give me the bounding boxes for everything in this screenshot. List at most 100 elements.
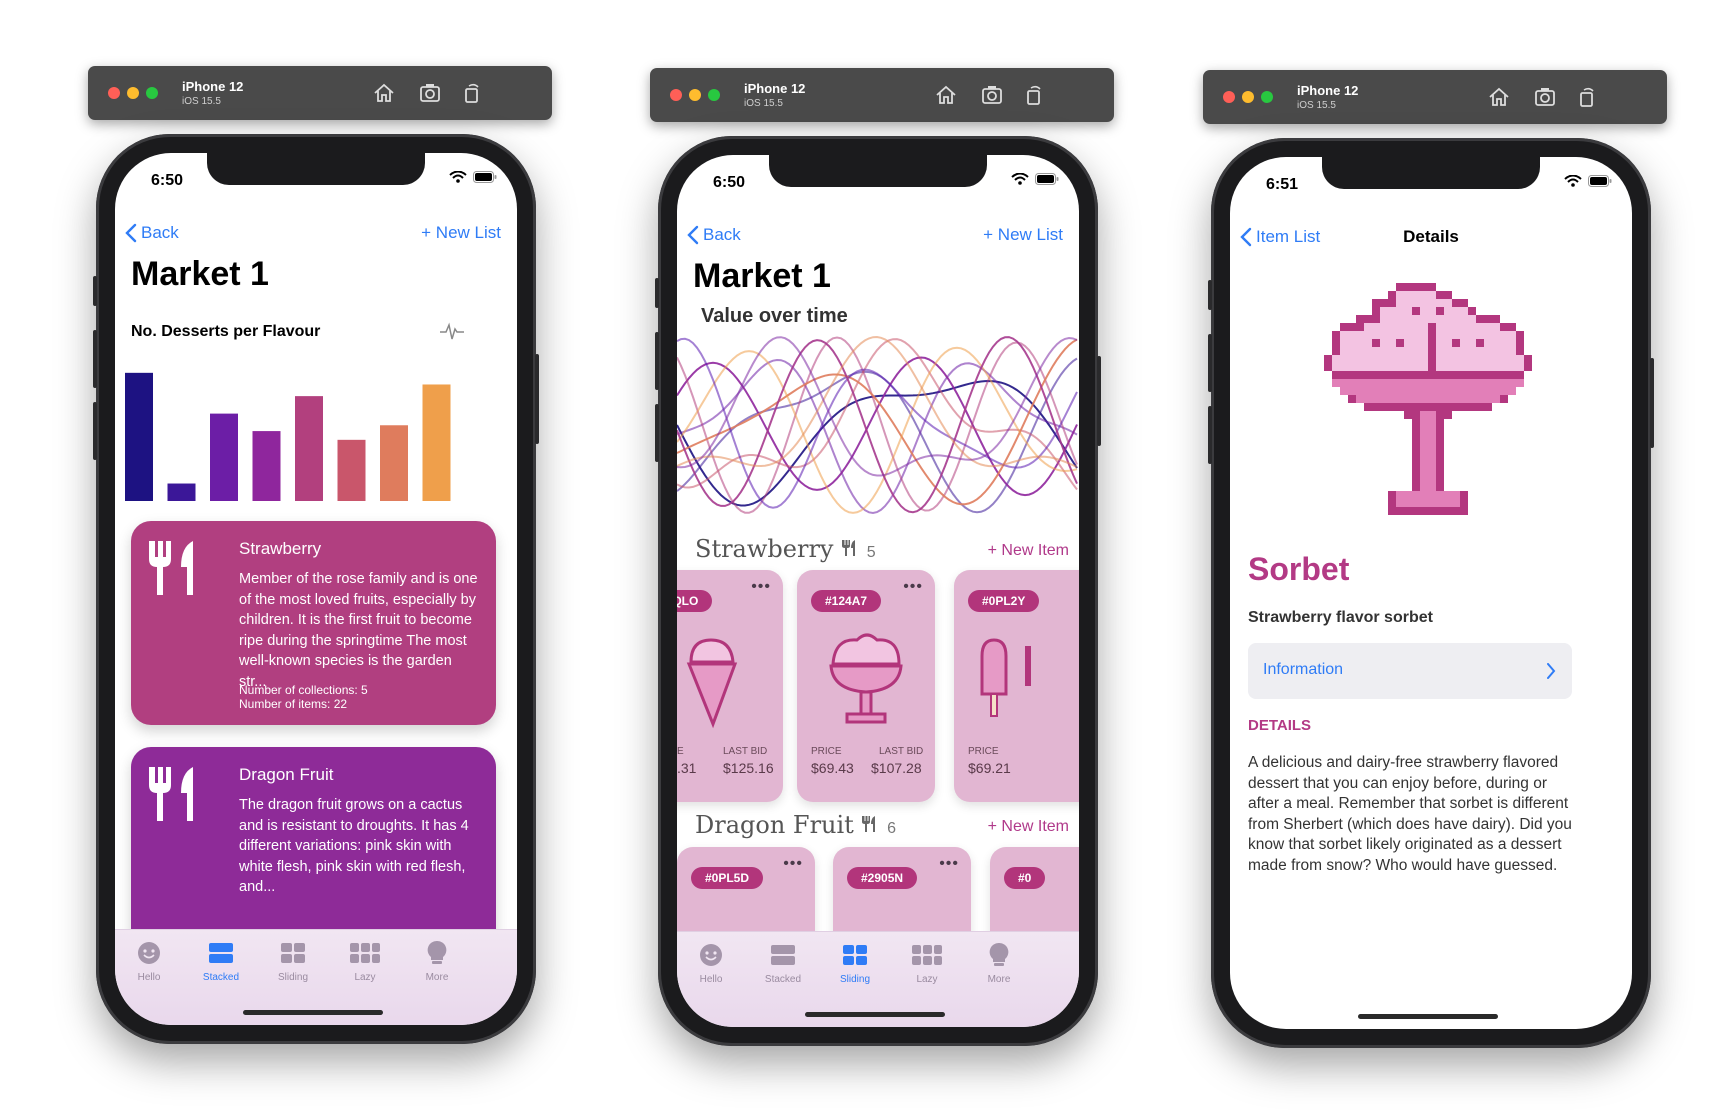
zoom-button[interactable]	[708, 89, 720, 101]
card-title: Dragon Fruit	[239, 765, 334, 784]
series-line	[677, 357, 1078, 514]
device-os: iOS 15.5	[744, 98, 783, 109]
screenshot-icon[interactable]	[980, 83, 1004, 107]
rotate-icon[interactable]	[1575, 85, 1599, 109]
tab-hello[interactable]: Hello	[677, 942, 751, 985]
section-name: Dragon Fruit	[695, 811, 854, 839]
wifi-icon	[1011, 173, 1029, 185]
close-button[interactable]	[670, 89, 682, 101]
section-title-dragon-fruit: Dragon Fruit 6	[695, 811, 896, 839]
item-tag: 67QLO	[677, 590, 713, 612]
bid-value: $125.16	[723, 760, 774, 776]
screenshot-icon[interactable]	[1533, 85, 1557, 109]
tab-sliding[interactable]: Sliding	[253, 940, 333, 983]
price-label: PRICE	[968, 746, 999, 757]
new-list-button[interactable]: + New List	[983, 225, 1063, 245]
minimize-button[interactable]	[689, 89, 701, 101]
tab-label: Sliding	[839, 974, 871, 985]
section-title-strawberry: Strawberry 5	[695, 535, 876, 563]
tab-hello[interactable]: Hello	[115, 940, 189, 983]
tab-more[interactable]: More	[397, 940, 477, 983]
rotate-icon[interactable]	[460, 81, 484, 105]
screenshot-icon[interactable]	[418, 81, 442, 105]
more-icon[interactable]: •••	[783, 855, 803, 873]
bar	[252, 431, 281, 501]
tab-lazy[interactable]: Lazy	[325, 940, 405, 983]
tab-stacked[interactable]: Stacked	[181, 940, 261, 983]
sundae-pixel-icon	[1324, 283, 1532, 515]
simulator-titlebar: iPhone 12 iOS 15.5	[650, 68, 1114, 122]
tab-stacked[interactable]: Stacked	[743, 942, 823, 985]
flavor-card-strawberry[interactable]: Strawberry Member of the rose family and…	[131, 521, 496, 725]
sliding-icon	[843, 945, 867, 965]
card-collections: Number of collections: 5	[239, 683, 368, 697]
popsicle-icon	[980, 638, 1031, 717]
series-line	[677, 338, 1078, 506]
status-icons	[449, 171, 497, 183]
card-description: Member of the rose family and is one of …	[239, 571, 478, 690]
more-icon[interactable]: •••	[939, 855, 959, 873]
simulator-3: iPhone 12 iOS 15.5 6:51 Item List Detail…	[1199, 70, 1683, 1048]
status-time: 6:50	[151, 172, 184, 189]
stacked-icon	[209, 943, 233, 963]
new-item-button[interactable]: + New Item	[988, 818, 1069, 836]
simulator-2: iPhone 12 iOS 15.5 6:50 Back + New List …	[646, 68, 1130, 1046]
fork-knife-icon	[149, 541, 193, 595]
bid-label: LAST BID	[879, 746, 924, 757]
series-line	[677, 337, 1078, 509]
bar	[337, 439, 366, 501]
item-tag: #0PL5D	[691, 867, 764, 889]
minimize-button[interactable]	[1242, 91, 1254, 103]
back-button[interactable]: Back	[687, 225, 741, 245]
phone-screen: 6:51 Item List Details Sorbet Strawberry…	[1230, 157, 1632, 1029]
home-icon[interactable]	[372, 81, 396, 105]
tab-more[interactable]: More	[959, 942, 1039, 985]
more-icon[interactable]: •••	[751, 578, 771, 596]
bar	[422, 384, 451, 501]
window-controls	[108, 87, 158, 99]
back-button[interactable]: Back	[125, 223, 179, 243]
phone-screen: 6:50 Back + New List Market 1 Value over…	[677, 155, 1079, 1027]
stacked-icon	[771, 945, 795, 965]
notch	[207, 153, 425, 185]
tab-label: Hello	[699, 974, 723, 985]
bar	[210, 413, 238, 501]
item-card[interactable]: #124A7 ••• PRICE $69.43 LAST BID $107.28	[797, 570, 935, 802]
back-label: Back	[703, 225, 741, 244]
phone-frame: 6:50 Back + New List Market 1 Value over…	[655, 136, 1101, 1046]
new-list-button[interactable]: + New List	[421, 223, 501, 243]
sliding-icon	[281, 943, 305, 963]
tab-lazy[interactable]: Lazy	[887, 942, 967, 985]
status-time: 6:50	[713, 174, 746, 191]
chart-title: Value over time	[701, 305, 848, 327]
line-chart	[677, 335, 1078, 515]
chart-title: No. Desserts per Flavour	[131, 323, 321, 340]
window-controls	[670, 89, 720, 101]
home-icon[interactable]	[934, 83, 958, 107]
close-button[interactable]	[1223, 91, 1235, 103]
bar	[167, 483, 196, 501]
item-card[interactable]: #0PL2Y PRICE $69.21	[954, 570, 1079, 802]
home-icon[interactable]	[1487, 85, 1511, 109]
close-button[interactable]	[108, 87, 120, 99]
device-name: iPhone 12	[182, 79, 244, 94]
zoom-button[interactable]	[1261, 91, 1273, 103]
waveform-icon[interactable]	[439, 321, 465, 343]
zoom-button[interactable]	[146, 87, 158, 99]
minimize-button[interactable]	[127, 87, 139, 99]
phone-frame: 6:51 Item List Details Sorbet Strawberry…	[1208, 138, 1654, 1048]
card-title: Strawberry	[239, 539, 322, 558]
price-label: PRICE	[811, 746, 842, 757]
information-row[interactable]: Information	[1248, 643, 1572, 699]
rotate-icon[interactable]	[1022, 83, 1046, 107]
battery-icon	[473, 171, 497, 183]
tab-sliding[interactable]: Sliding	[815, 942, 895, 985]
price-value: .31	[677, 760, 697, 776]
battery-icon	[1035, 173, 1059, 185]
price-value: $69.43	[811, 760, 854, 776]
item-card[interactable]: 67QLO ••• E .31 LAST BID $125.16	[677, 570, 783, 802]
new-item-button[interactable]: + New Item	[988, 542, 1069, 560]
section-count: 5	[866, 544, 876, 561]
more-icon[interactable]: •••	[903, 578, 923, 596]
page-title: Market 1	[131, 255, 269, 293]
